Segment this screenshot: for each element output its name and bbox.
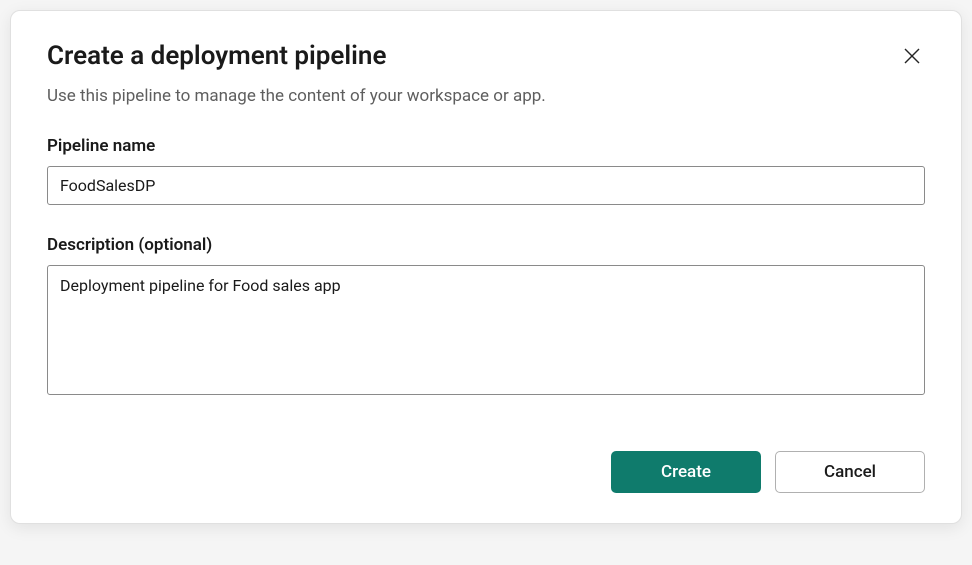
- create-button[interactable]: Create: [611, 451, 761, 493]
- dialog-subtitle: Use this pipeline to manage the content …: [47, 86, 925, 106]
- description-input[interactable]: [47, 265, 925, 395]
- cancel-button[interactable]: Cancel: [775, 451, 925, 493]
- pipeline-name-label: Pipeline name: [47, 136, 925, 156]
- create-pipeline-dialog: Create a deployment pipeline Use this pi…: [10, 10, 962, 524]
- dialog-footer: Create Cancel: [47, 451, 925, 493]
- close-button[interactable]: [899, 43, 925, 69]
- pipeline-name-group: Pipeline name: [47, 136, 925, 205]
- description-label: Description (optional): [47, 235, 925, 255]
- pipeline-name-input[interactable]: [47, 166, 925, 205]
- description-group: Description (optional): [47, 235, 925, 399]
- dialog-header: Create a deployment pipeline: [47, 41, 925, 72]
- dialog-title: Create a deployment pipeline: [47, 41, 386, 72]
- close-icon: [903, 47, 921, 65]
